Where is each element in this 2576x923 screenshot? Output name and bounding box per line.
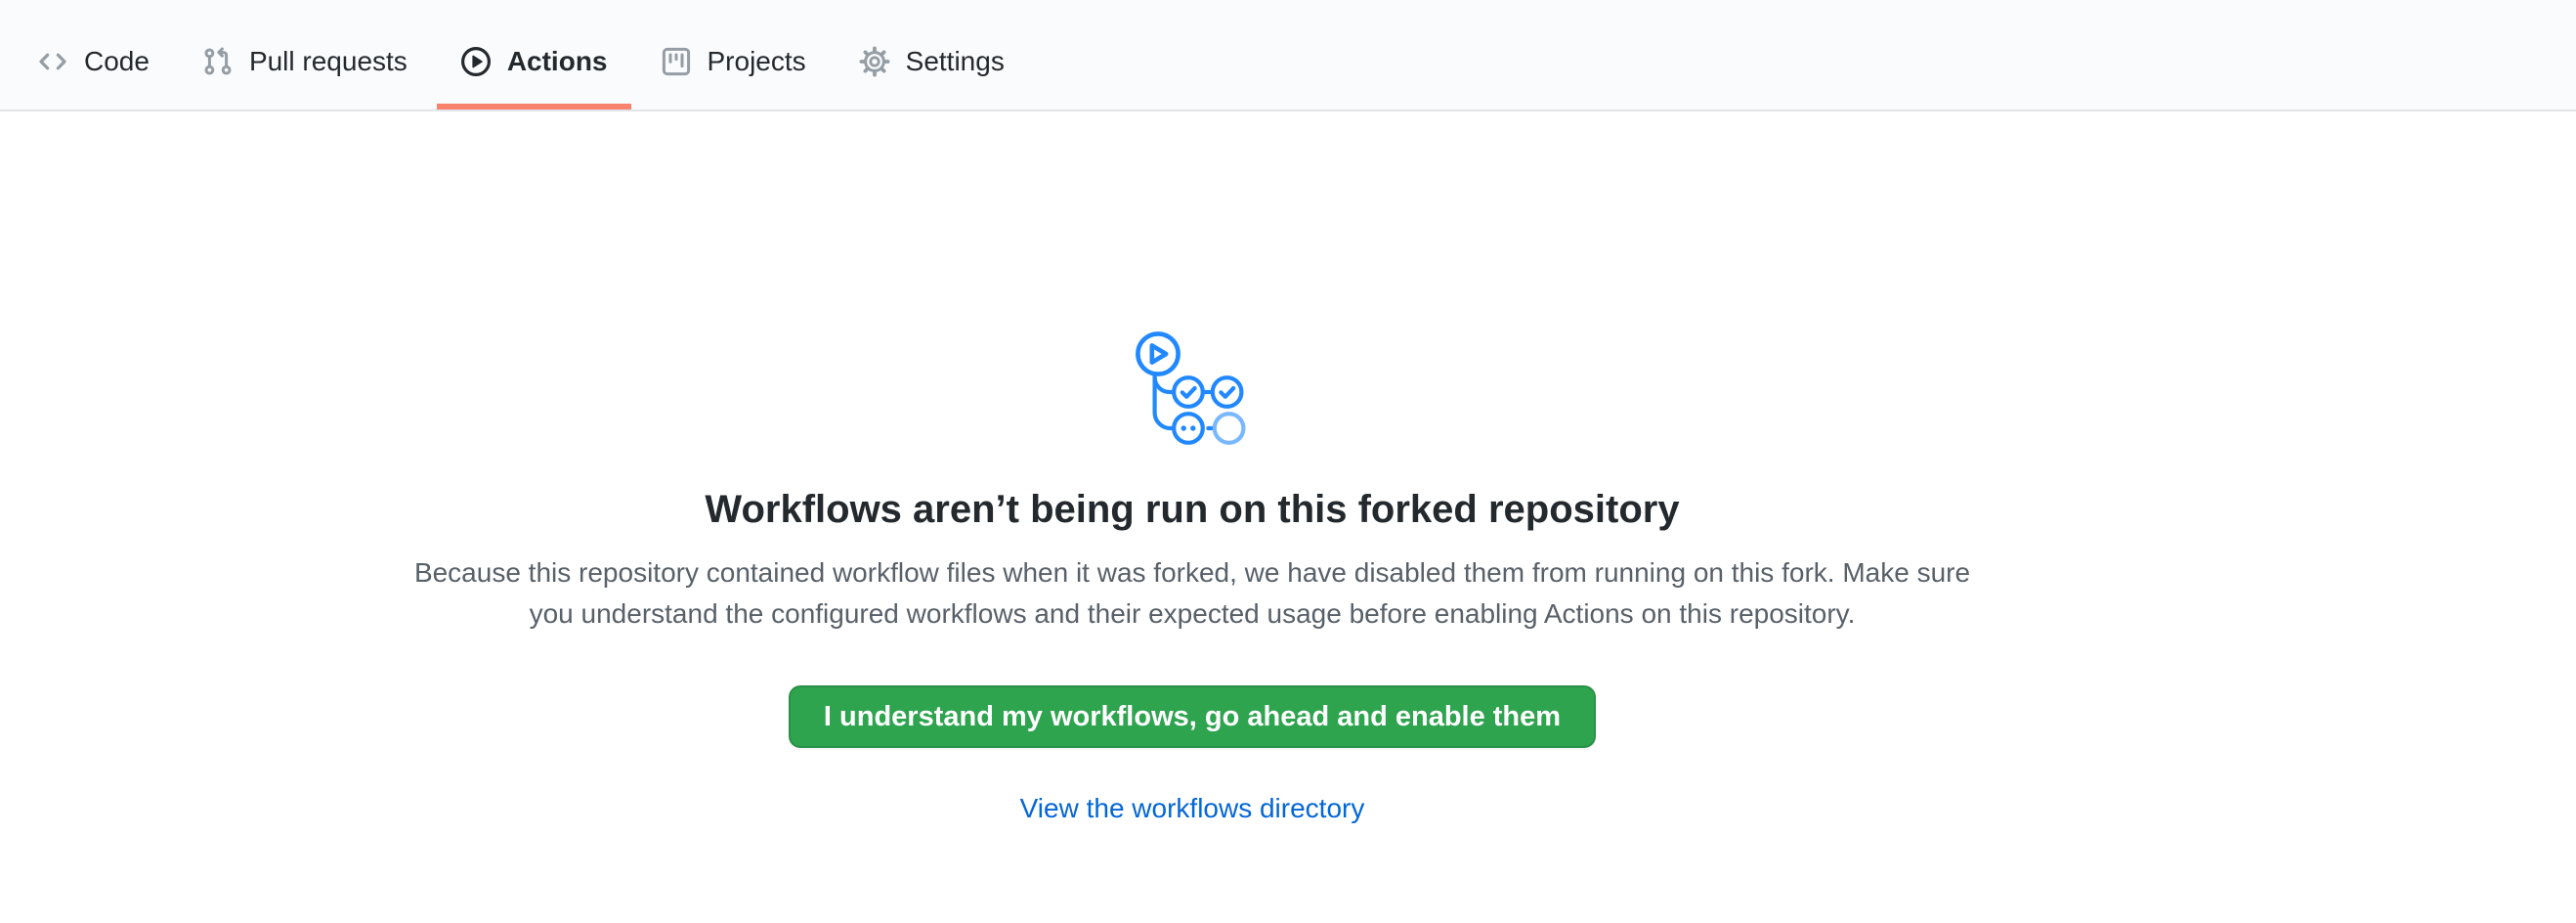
play-icon <box>460 46 492 77</box>
tab-code[interactable]: Code <box>14 0 173 110</box>
view-workflows-directory-link[interactable]: View the workflows directory <box>1020 793 1365 823</box>
page-title: Workflows aren’t being run on this forke… <box>200 480 2184 539</box>
git-pull-request-icon <box>202 46 234 77</box>
workflow-graph-icon <box>1132 329 1253 450</box>
repo-tab-nav: Code Pull requests Actions <box>0 0 2576 111</box>
gear-icon <box>859 46 890 77</box>
tab-projects[interactable]: Projects <box>637 0 830 110</box>
tab-actions[interactable]: Actions <box>437 0 631 110</box>
tab-label: Pull requests <box>249 48 408 75</box>
tab-label: Projects <box>708 48 806 75</box>
tab-label: Actions <box>507 48 608 75</box>
code-icon <box>37 46 68 77</box>
tab-label: Code <box>84 48 150 75</box>
tab-pull-requests[interactable]: Pull requests <box>179 0 431 110</box>
blankslate-description: Because this repository contained workfl… <box>396 552 1989 635</box>
workflows-link-row: View the workflows directory <box>200 791 2184 826</box>
actions-disabled-blankslate: Workflows aren’t being run on this forke… <box>200 111 2184 826</box>
enable-button-row: I understand my workflows, go ahead and … <box>200 635 2184 748</box>
enable-workflows-button[interactable]: I understand my workflows, go ahead and … <box>789 685 1596 748</box>
tab-settings[interactable]: Settings <box>836 0 1028 110</box>
project-icon <box>661 46 692 77</box>
tab-label: Settings <box>906 48 1005 75</box>
